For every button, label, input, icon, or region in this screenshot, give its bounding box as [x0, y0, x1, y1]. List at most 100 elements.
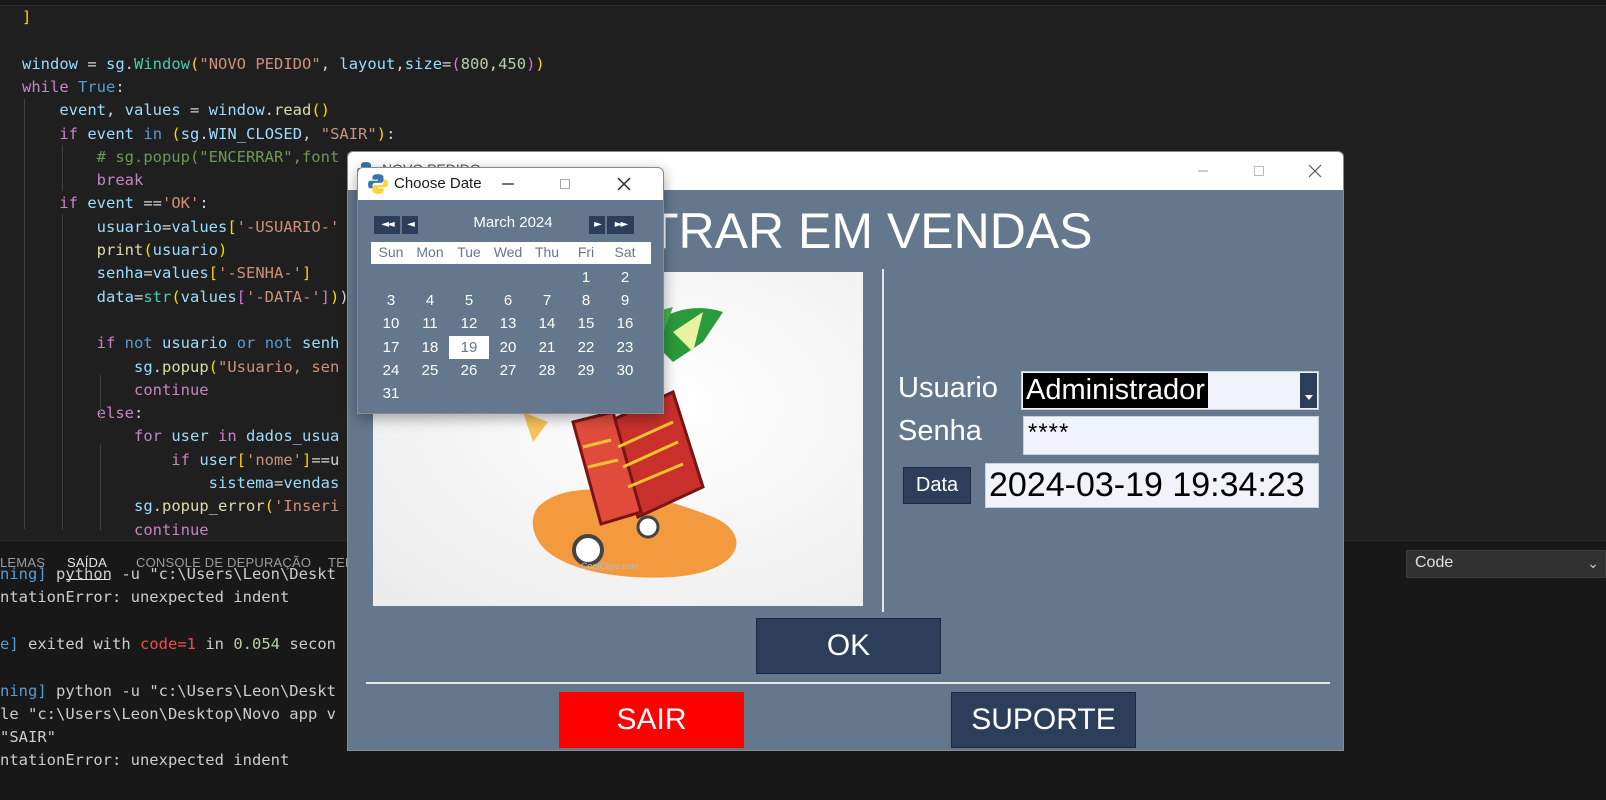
- calendar-day-selected[interactable]: 19: [449, 335, 489, 359]
- next-month-button[interactable]: ►: [589, 216, 605, 234]
- calendar-day[interactable]: 5: [449, 289, 489, 312]
- date-close-button[interactable]: [602, 168, 646, 200]
- calendar-day[interactable]: 4: [410, 289, 450, 312]
- code-token: in: [218, 427, 237, 446]
- calendar-day[interactable]: 25: [410, 359, 450, 382]
- date-title-bar[interactable]: Choose Date: [358, 168, 663, 200]
- calendar-day[interactable]: 29: [566, 359, 606, 382]
- usuario-combo[interactable]: Administrador: [1021, 371, 1319, 410]
- calendar-day[interactable]: 27: [488, 359, 528, 382]
- maximize-button[interactable]: [1231, 152, 1287, 190]
- senha-password-field[interactable]: ****: [1023, 416, 1319, 455]
- minimize-button[interactable]: [1175, 152, 1231, 190]
- next-year-button[interactable]: ►►: [607, 216, 634, 234]
- prev-month-button[interactable]: ◄: [402, 216, 418, 234]
- code-token: user: [171, 427, 209, 446]
- data-calendar-button[interactable]: Data: [903, 467, 971, 504]
- output-line: "SAIR": [0, 726, 56, 749]
- code-token: sg: [106, 54, 125, 73]
- calendar-day[interactable]: 26: [449, 359, 489, 382]
- calendar-day[interactable]: 16: [605, 312, 645, 335]
- output-token: e]: [0, 634, 19, 653]
- code-line: usuario=values['-USUARIO-': [22, 216, 340, 239]
- weekday-label: Wed: [493, 244, 523, 260]
- calendar-day[interactable]: 23: [605, 336, 645, 359]
- calendar-day[interactable]: 22: [566, 336, 606, 359]
- code-token: senha: [22, 264, 144, 283]
- code-token: event: [87, 194, 135, 213]
- output-token: in: [196, 634, 234, 653]
- code-token: (: [190, 54, 200, 73]
- date-maximize-button[interactable]: [543, 168, 587, 200]
- data-field[interactable]: 2024-03-19 19:34:23: [985, 463, 1319, 508]
- calendar-day[interactable]: 17: [371, 336, 411, 359]
- prev-year-button[interactable]: ◄◄: [374, 216, 400, 234]
- code-token: [: [236, 450, 246, 469]
- vertical-separator: [882, 269, 884, 612]
- calendar-day[interactable]: 20: [488, 336, 528, 359]
- output-channel-select[interactable]: Code ⌄: [1406, 550, 1606, 578]
- calendar-day[interactable]: 10: [371, 312, 411, 335]
- weekday-label: Fri: [577, 244, 595, 260]
- code-token: # sg.popup("ENCERRAR",font: [22, 147, 340, 166]
- calendar-day[interactable]: 6: [488, 289, 528, 312]
- code-token: 450: [498, 54, 527, 73]
- code-token: sg: [180, 124, 200, 143]
- calendar-day[interactable]: 12: [449, 312, 489, 335]
- ok-button[interactable]: OK: [756, 618, 941, 674]
- calendar-day[interactable]: 7: [527, 289, 567, 312]
- close-button[interactable]: [1287, 152, 1343, 190]
- sair-button[interactable]: SAIR: [559, 692, 744, 748]
- calendar-day[interactable]: 2: [605, 266, 645, 289]
- calendar-day[interactable]: 14: [527, 312, 567, 335]
- chevron-down-icon: ⌄: [1587, 555, 1599, 571]
- output-token: ntationError: unexpected indent: [0, 588, 290, 607]
- code-token: '-DATA-': [246, 287, 321, 306]
- code-token: continue: [22, 520, 209, 539]
- code-token: [: [236, 287, 247, 306]
- calendar-day[interactable]: 8: [566, 289, 606, 312]
- code-token: else: [22, 404, 134, 423]
- code-line: event, values = window.read(): [22, 99, 330, 122]
- code-token: or: [236, 334, 256, 353]
- python-logo-icon: [368, 174, 388, 194]
- calendar-day[interactable]: 31: [371, 382, 411, 405]
- calendar-day[interactable]: 3: [371, 289, 411, 312]
- minimize-icon: [1198, 170, 1208, 172]
- calendar-day[interactable]: 15: [566, 312, 606, 335]
- calendar-day[interactable]: 21: [527, 336, 567, 359]
- code-token: values: [180, 287, 237, 306]
- usuario-combo-value: Administrador: [1023, 373, 1208, 408]
- code-token: vendas: [283, 474, 340, 492]
- code-token: .: [124, 54, 135, 73]
- calendar-day[interactable]: 30: [605, 359, 645, 382]
- code-token: (: [264, 497, 274, 516]
- indent-guide: [62, 145, 63, 191]
- code-token: :: [133, 404, 144, 423]
- calendar-day[interactable]: 13: [488, 312, 528, 335]
- code-token: True: [78, 77, 116, 96]
- chevron-down-icon: [1304, 395, 1313, 400]
- calendar-day[interactable]: 1: [566, 266, 606, 289]
- calendar-day[interactable]: 11: [410, 312, 450, 335]
- output-line: e] exited with code=1 in 0.054 secon: [0, 633, 336, 656]
- suporte-button[interactable]: SUPORTE: [951, 692, 1136, 748]
- calendar-day[interactable]: 18: [410, 336, 450, 359]
- code-token: WIN_CLOSED: [208, 124, 303, 143]
- code-token: window: [22, 54, 78, 73]
- code-token: '-USUARIO-': [236, 217, 340, 236]
- indent-guide: [62, 214, 63, 530]
- calendar-day[interactable]: 24: [371, 359, 411, 382]
- calendar-day[interactable]: 9: [605, 289, 645, 312]
- date-minimize-button[interactable]: [486, 168, 530, 200]
- code-token: values: [124, 101, 181, 120]
- combo-dropdown-button[interactable]: [1300, 373, 1317, 408]
- calendar-day[interactable]: 28: [527, 359, 567, 382]
- code-line: if event =='OK':: [22, 192, 208, 215]
- code-token: senh: [302, 334, 340, 353]
- senha-label: Senha: [898, 415, 982, 447]
